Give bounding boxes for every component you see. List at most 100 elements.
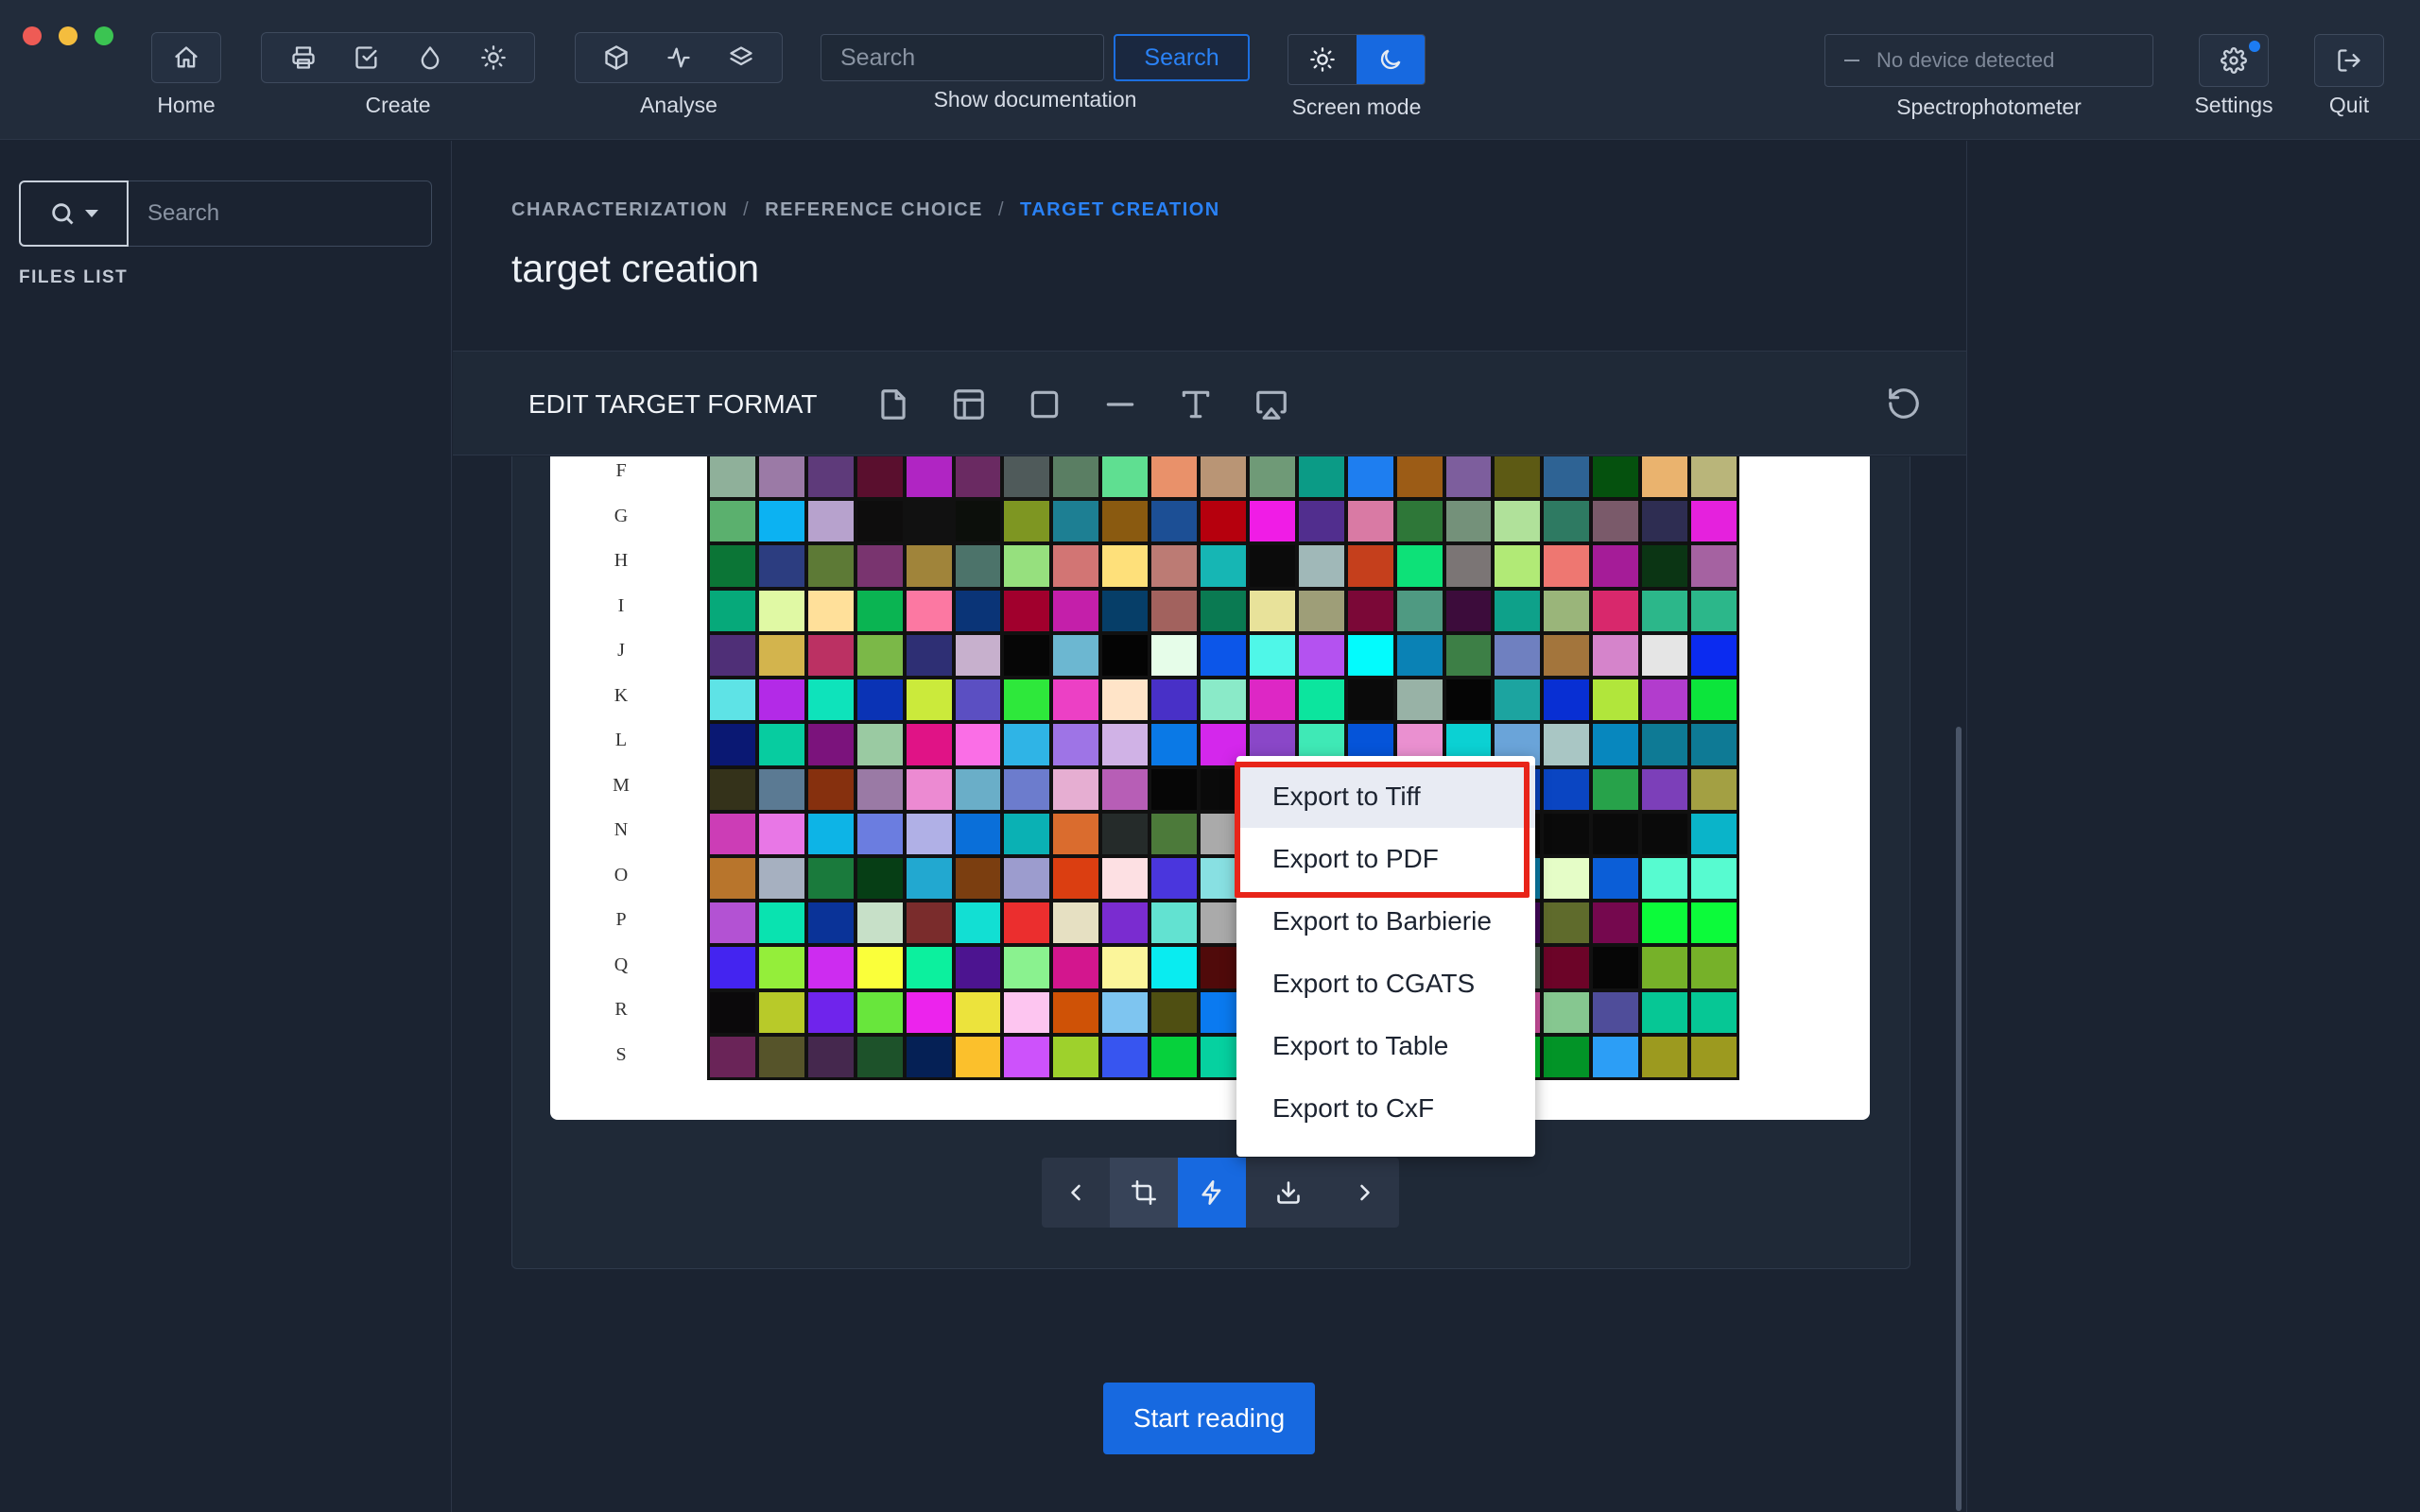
color-patch: [1102, 501, 1149, 542]
show-documentation-label: Show documentation: [933, 87, 1137, 112]
color-patch: [1151, 902, 1198, 944]
crop-button[interactable]: [1110, 1158, 1178, 1228]
color-patch: [1544, 902, 1590, 944]
color-patch: [1004, 545, 1050, 587]
analyse-buttons: [575, 32, 783, 83]
previous-button[interactable]: [1042, 1158, 1110, 1228]
search-filter-dropdown[interactable]: [19, 180, 129, 247]
color-patch: [710, 456, 755, 498]
color-patch: [710, 902, 755, 944]
row-labels: F G H I J K L M N O P Q R S: [607, 456, 635, 1089]
color-patch: [1642, 991, 1688, 1033]
file-search-input[interactable]: Search: [129, 180, 432, 247]
export-pdf-item[interactable]: Export to PDF: [1236, 828, 1535, 890]
sun-icon[interactable]: [465, 34, 522, 81]
settings-label: Settings: [2194, 93, 2273, 117]
files-list-heading: FILES LIST: [19, 267, 129, 287]
layout-icon[interactable]: [950, 386, 988, 423]
color-patch: [710, 501, 755, 542]
color-patch: [1544, 768, 1590, 810]
droplet-icon[interactable]: [402, 34, 458, 81]
color-patch: [1642, 724, 1688, 765]
sidebar: Search FILES LIST: [0, 141, 452, 1512]
color-patch: [955, 456, 1001, 498]
breadcrumb-reference-choice[interactable]: REFERENCE CHOICE: [765, 199, 983, 221]
quit-label: Quit: [2328, 93, 2370, 117]
settings-button[interactable]: [2199, 34, 2269, 87]
color-patch: [1445, 590, 1492, 631]
export-table-item[interactable]: Export to Table: [1236, 1015, 1535, 1077]
color-patch: [1053, 634, 1099, 677]
color-patch: [1593, 456, 1639, 498]
color-patch: [1249, 679, 1295, 721]
home-button[interactable]: [151, 32, 221, 83]
start-reading-button[interactable]: Start reading: [1103, 1383, 1315, 1454]
home-icon: [158, 34, 215, 81]
color-patch: [807, 501, 854, 542]
color-patch: [955, 634, 1001, 677]
breadcrumb-characterization[interactable]: CHARACTERIZATION: [511, 199, 728, 221]
text-icon[interactable]: [1177, 386, 1215, 423]
export-cxf-item[interactable]: Export to CxF: [1236, 1077, 1535, 1140]
flash-button[interactable]: [1178, 1158, 1246, 1228]
dark-mode-button[interactable]: [1357, 35, 1425, 84]
export-menu: Export to Tiff Export to PDF Export to B…: [1236, 756, 1535, 1157]
color-patch: [856, 768, 903, 810]
airplay-icon[interactable]: [1253, 386, 1290, 423]
checkbox-icon[interactable]: [338, 34, 395, 81]
printer-icon[interactable]: [275, 34, 332, 81]
minimize-window-button[interactable]: [59, 26, 78, 45]
layers-icon[interactable]: [713, 34, 769, 81]
cube-icon[interactable]: [588, 34, 645, 81]
color-patch: [1151, 634, 1198, 677]
color-patch: [1102, 545, 1149, 587]
color-patch: [1249, 501, 1295, 542]
square-icon[interactable]: [1026, 386, 1063, 423]
color-patch: [1004, 768, 1050, 810]
close-window-button[interactable]: [23, 26, 42, 45]
color-patch: [1691, 679, 1737, 721]
color-patch: [1495, 590, 1541, 631]
color-patch: [1347, 545, 1393, 587]
line-icon[interactable]: [1101, 386, 1139, 423]
export-cgats-item[interactable]: Export to CGATS: [1236, 953, 1535, 1015]
color-patch: [1544, 991, 1590, 1033]
color-patch: [1691, 947, 1737, 988]
light-mode-button[interactable]: [1288, 35, 1357, 84]
color-patch: [710, 634, 755, 677]
color-patch: [1004, 590, 1050, 631]
color-patch: [906, 456, 952, 498]
color-patch: [1201, 634, 1246, 677]
export-barbierie-item[interactable]: Export to Barbierie: [1236, 890, 1535, 953]
scrollbar[interactable]: [1956, 727, 1962, 1511]
color-patch: [1298, 679, 1344, 721]
color-patch: [710, 813, 755, 854]
doc-search-button[interactable]: Search: [1114, 34, 1250, 81]
color-patch: [1691, 857, 1737, 900]
color-patch: [955, 991, 1001, 1033]
color-patch: [1593, 545, 1639, 587]
doc-search-input[interactable]: Search: [821, 34, 1104, 81]
next-button[interactable]: [1331, 1158, 1399, 1228]
color-patch: [1544, 1036, 1590, 1077]
color-patch: [1495, 634, 1541, 677]
color-patch: [807, 857, 854, 900]
color-patch: [856, 456, 903, 498]
reset-icon[interactable]: [1886, 386, 1924, 423]
download-button[interactable]: [1246, 1158, 1331, 1228]
color-patch: [758, 545, 804, 587]
device-selector[interactable]: No device detected: [1824, 34, 2153, 87]
breadcrumb-target-creation: TARGET CREATION: [1020, 199, 1220, 220]
analyse-group: Analyse: [575, 32, 783, 118]
quit-button[interactable]: [2314, 34, 2384, 87]
page-icon[interactable]: [874, 386, 912, 423]
maximize-window-button[interactable]: [95, 26, 113, 45]
export-tiff-item[interactable]: Export to Tiff: [1236, 765, 1535, 828]
color-patch: [1201, 456, 1246, 498]
color-patch: [955, 590, 1001, 631]
chevron-down-icon: [85, 210, 98, 217]
color-patch: [1396, 679, 1443, 721]
color-patch: [710, 545, 755, 587]
activity-icon[interactable]: [650, 34, 707, 81]
main-content: CHARACTERIZATION / REFERENCE CHOICE / TA…: [453, 141, 1966, 1512]
